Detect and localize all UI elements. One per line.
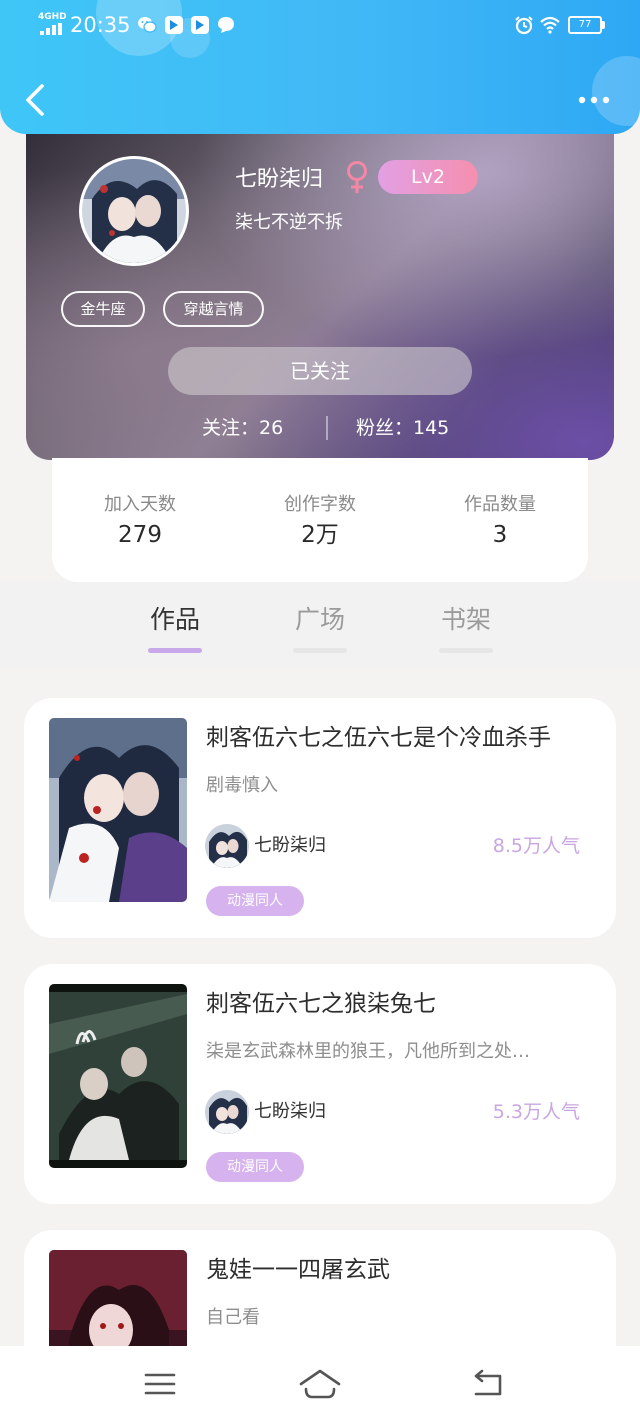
app-screen: 4GHD 20:35 77 七盼柒归 Lv2 柒七不逆不拆 金牛座 穿越言情 已… [0,0,640,1422]
divider [326,416,328,440]
profile-signature: 柒七不逆不拆 [235,212,343,233]
tab-bar: 作品 广场 书架 [0,582,640,670]
menu-icon[interactable] [140,1364,180,1404]
stat-join-days: 加入天数 279 [70,492,210,552]
stats-card: 加入天数 279 创作字数 2万 作品数量 3 [52,458,588,582]
tab-works[interactable]: 作品 [135,600,215,640]
work-category-tag: 动漫同人 [206,1152,304,1182]
tab-square[interactable]: 广场 [280,600,360,640]
work-card[interactable]: 刺客伍六七之伍六七是个冷血杀手 剧毒慎入 七盼柒归 8.5万人气 动漫同人 [24,698,616,938]
app-notification-icon [191,16,209,34]
work-popularity: 8.5万人气 [492,835,580,857]
tab-indicator [293,648,347,653]
follow-button[interactable]: 已关注 [168,347,472,395]
tab-active-indicator [148,648,202,653]
level-badge: Lv2 [378,160,478,194]
wifi-icon [540,16,560,34]
tab-bookshelf[interactable]: 书架 [426,600,506,640]
home-icon[interactable] [298,1364,342,1404]
back-button[interactable] [18,80,52,120]
female-icon [347,161,367,193]
clock: 20:35 [70,13,131,37]
stat-value: 279 [118,522,162,548]
message-icon [218,17,234,33]
network-type: 4GHD [38,12,67,22]
work-author: 七盼柒归 [254,835,326,856]
profile-tag-zodiac[interactable]: 金牛座 [61,291,145,327]
work-category-tag: 动漫同人 [206,886,304,916]
stat-value: 3 [492,522,508,548]
wechat-icon [138,17,157,33]
system-nav-bar [0,1346,640,1422]
more-options-button[interactable] [574,86,614,114]
profile-name: 七盼柒归 [235,167,324,192]
stat-works-count: 作品数量 3 [430,492,570,552]
app-notification-icon [165,16,183,34]
author-avatar [205,824,249,868]
work-description: 自己看 [206,1307,260,1328]
work-title: 鬼娃一一四屠玄武 [206,1257,390,1283]
tab-indicator [439,648,493,653]
back-icon[interactable] [468,1364,508,1404]
stat-value: 2万 [301,522,339,548]
work-author: 七盼柒归 [254,1101,326,1122]
work-popularity: 5.3万人气 [492,1101,580,1123]
stat-label: 加入天数 [104,494,176,515]
avatar[interactable] [79,156,189,266]
battery-level: 77 [578,19,592,30]
work-cover-image [49,718,187,902]
work-title: 刺客伍六七之伍六七是个冷血杀手 [206,725,551,751]
followers-count[interactable]: 粉丝：145 [356,414,449,442]
author-avatar [205,1090,249,1134]
signal-icon [40,23,62,35]
status-bar: 4GHD 20:35 77 [0,0,640,50]
work-description: 柒是玄武森林里的狼王，凡他所到之处… [206,1041,530,1062]
stat-word-count: 创作字数 2万 [250,492,390,552]
profile-tag-genre[interactable]: 穿越言情 [163,291,264,327]
stat-label: 作品数量 [464,494,536,515]
top-header: 4GHD 20:35 77 [0,0,640,134]
following-count[interactable]: 关注：26 [202,414,283,442]
battery-tip [602,21,605,29]
work-description: 剧毒慎入 [206,775,278,796]
stat-label: 创作字数 [284,494,356,515]
avatar-image [82,159,186,263]
work-cover-image [49,984,187,1168]
alarm-icon [515,16,533,35]
work-card[interactable]: 刺客伍六七之狼柒兔七 柒是玄武森林里的狼王，凡他所到之处… 七盼柒归 5.3万人… [24,964,616,1204]
work-title: 刺客伍六七之狼柒兔七 [206,991,436,1017]
battery-indicator: 77 [568,16,602,34]
profile-card: 七盼柒归 Lv2 柒七不逆不拆 金牛座 穿越言情 已关注 关注：26 粉丝：14… [26,110,614,460]
